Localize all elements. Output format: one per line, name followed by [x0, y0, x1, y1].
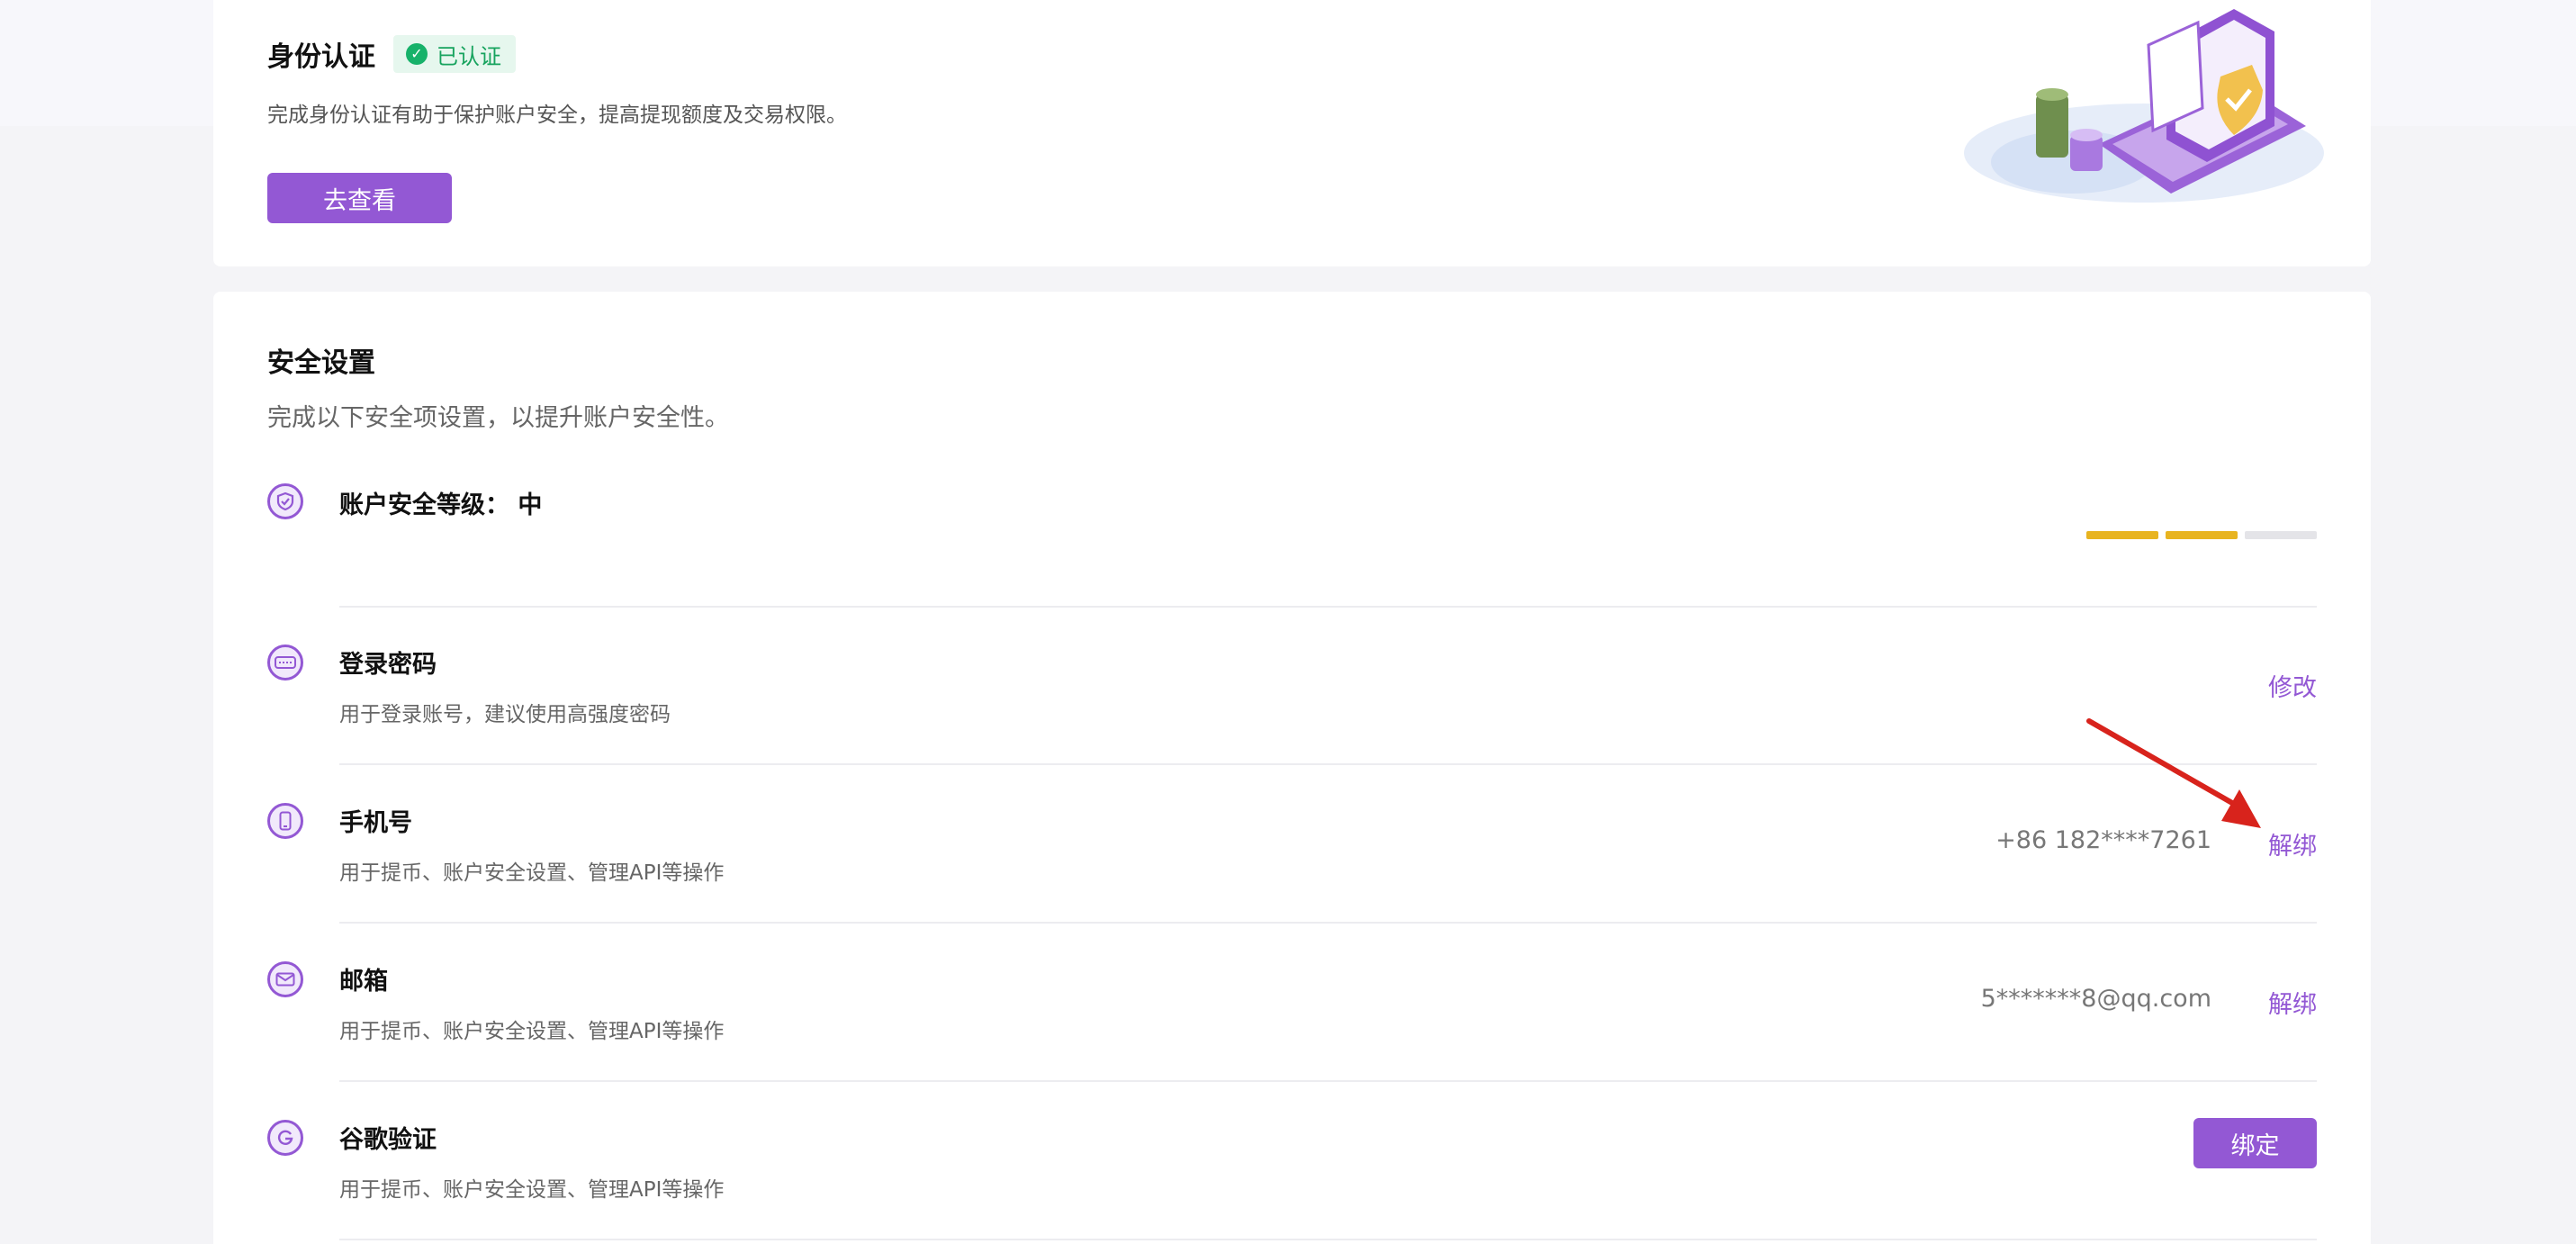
annotation-arrow	[2086, 718, 2261, 828]
